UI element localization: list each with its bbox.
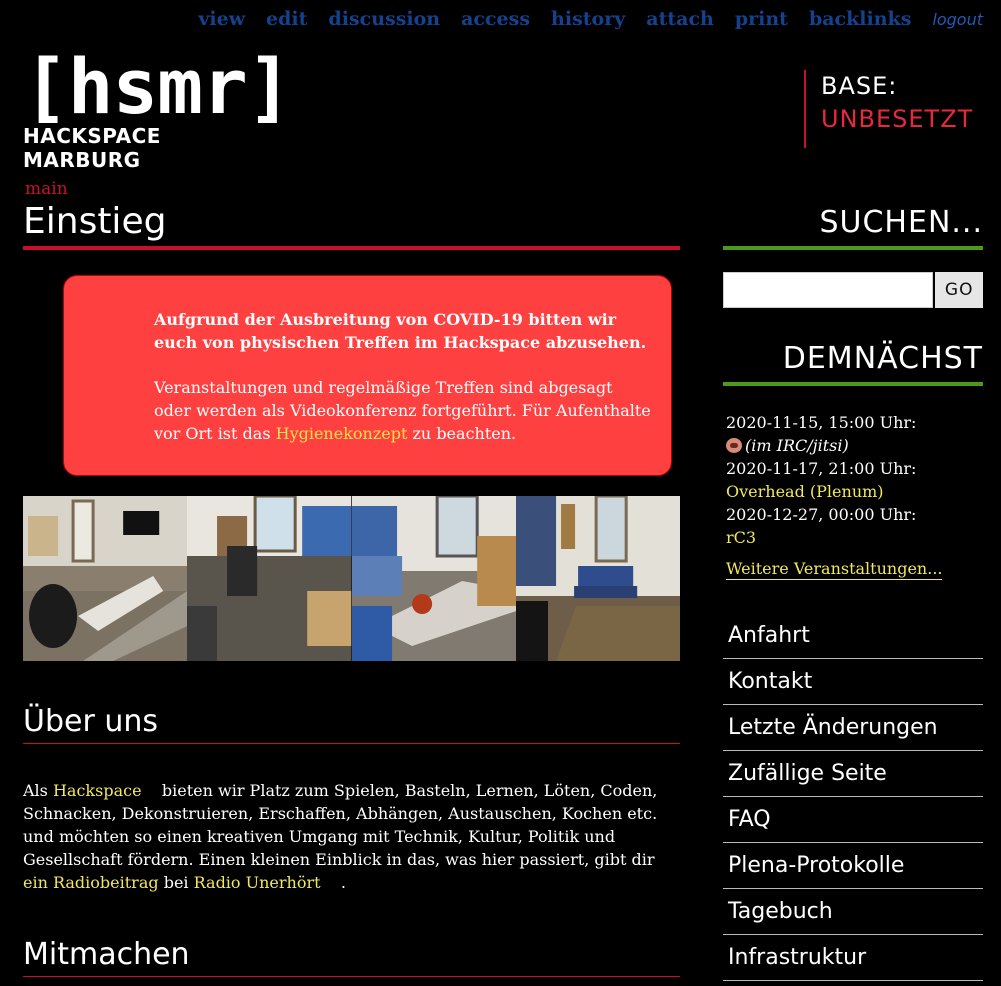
event-2-time: 2020-11-17, 21:00 Uhr: [726, 459, 917, 478]
about-text: Als [23, 781, 53, 800]
hackspace-link[interactable]: Hackspace [53, 781, 142, 800]
event-1-note: (im IRC/jitsi) [745, 436, 849, 455]
sidebar-item-anfahrt[interactable]: Anfahrt [723, 613, 983, 659]
sidebar-menu: Anfahrt Kontakt Letzte Änderungen Zufäll… [723, 613, 983, 981]
notice-text-end: zu beachten. [407, 424, 517, 443]
event-1-time: 2020-11-15, 15:00 Uhr: [726, 413, 917, 432]
nav-access[interactable]: access [461, 8, 530, 30]
radio-unerhoert-link[interactable]: Radio Unerhört [194, 873, 321, 892]
hsmr-logo[interactable]: [hsmr] HACKSPACE MARBURG [23, 42, 293, 173]
radio-feature-link[interactable]: ein Radiobeitrag [23, 873, 159, 892]
logo-subtitle: HACKSPACE MARBURG [23, 124, 161, 172]
photo-room-2 [187, 496, 352, 661]
nav-edit[interactable]: edit [266, 8, 307, 30]
about-text: . [320, 873, 346, 892]
logout-link[interactable]: logout [932, 10, 983, 29]
search-heading: SUCHEN... [723, 205, 983, 250]
photo-room-4 [515, 496, 680, 661]
sidebar-item-letzte-aenderungen[interactable]: Letzte Änderungen [723, 705, 983, 751]
sidebar-item-faq[interactable]: FAQ [723, 797, 983, 843]
event-2-link[interactable]: Overhead (Plenum) [726, 482, 884, 501]
sidebar-item-infrastruktur[interactable]: Infrastruktur [723, 935, 983, 981]
about-paragraph: Als Hackspace bieten wir Platz zum Spiel… [23, 779, 680, 894]
top-navigation: view edit discussion access history atta… [177, 8, 983, 30]
about-heading: Über uns [23, 704, 680, 744]
event-3-time: 2020-12-27, 00:00 Uhr: [726, 505, 917, 524]
sidebar-item-kontakt[interactable]: Kontakt [723, 659, 983, 705]
nav-attach[interactable]: attach [646, 8, 714, 30]
photo-strip [23, 496, 680, 661]
search-input[interactable] [723, 272, 934, 308]
event-3-link[interactable]: rC3 [726, 528, 756, 547]
sidebar-item-plena-protokolle[interactable]: Plena-Protokolle [723, 843, 983, 889]
about-text: bei [158, 873, 194, 892]
nav-discussion[interactable]: discussion [328, 8, 440, 30]
search-form: GO [723, 272, 983, 308]
sidebar-item-tagebuch[interactable]: Tagebuch [723, 889, 983, 935]
notice-bold: Aufgrund der Ausbreitung von COVID-19 bi… [154, 310, 647, 352]
photo-room-3 [351, 496, 516, 661]
pig-icon [726, 438, 742, 453]
nav-print[interactable]: print [735, 8, 788, 30]
base-status: BASE: UNBESETZT [804, 70, 973, 148]
event-1-entry: (im IRC/jitsi) [726, 434, 983, 457]
sidebar-item-zufaellige-seite[interactable]: Zufällige Seite [723, 751, 983, 797]
photo-room-1 [23, 496, 188, 661]
nav-backlinks[interactable]: backlinks [809, 8, 911, 30]
covid-notice: Aufgrund der Ausbreitung von COVID-19 bi… [63, 275, 672, 476]
search-go-button[interactable]: GO [935, 272, 983, 308]
hygiene-link[interactable]: Hygienekonzept [276, 424, 408, 443]
breadcrumb[interactable]: main [25, 179, 68, 199]
events-list: 2020-11-15, 15:00 Uhr: (im IRC/jitsi) 20… [726, 411, 983, 580]
more-events-link[interactable]: Weitere Veranstaltungen... [726, 559, 943, 580]
page-title: Einstieg [23, 201, 680, 250]
logo-mark: [hsmr] [23, 42, 293, 131]
join-heading: Mitmachen [23, 937, 680, 977]
events-heading: DEMNÄCHST [723, 341, 983, 386]
nav-history[interactable]: history [551, 8, 625, 30]
base-status-value: UNBESETZT [821, 105, 974, 133]
base-label: BASE: [821, 72, 898, 100]
nav-view[interactable]: view [198, 8, 245, 30]
